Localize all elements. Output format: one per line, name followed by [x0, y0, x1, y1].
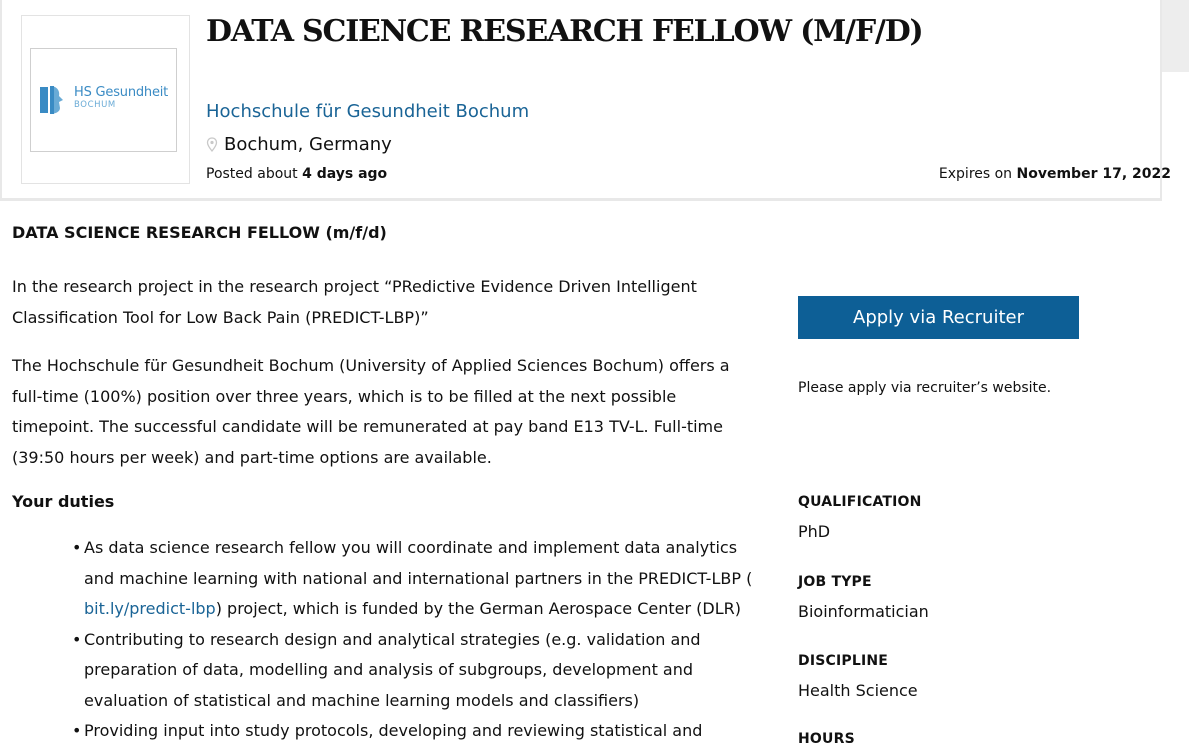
- expiry-date: Expires on November 17, 2022: [939, 166, 1171, 182]
- job-posting-page: HS Gesundheit BOCHUM DATA SCIENCE RESEAR…: [0, 0, 1189, 743]
- duties-list: As data science research fellow you will…: [12, 533, 757, 743]
- description-intro: In the research project in the research …: [12, 277, 697, 327]
- project-link[interactable]: bit.ly/predict-lbp: [84, 599, 216, 618]
- duty-1-text-end: ) project, which is funded by the German…: [215, 599, 741, 618]
- map-pin-icon: [206, 136, 218, 152]
- scrollbar-thumb[interactable]: [1162, 0, 1189, 72]
- qualification-label: QUALIFICATION: [798, 494, 922, 510]
- list-item: Providing input into study protocols, de…: [72, 716, 757, 743]
- expires-prefix: Expires on: [938, 166, 1013, 182]
- job-location: Bochum, Germany: [206, 134, 392, 155]
- job-type-value: Bioinformatician: [798, 602, 929, 621]
- posted-date: Posted about 4 days ago: [206, 166, 387, 182]
- discipline-section: DISCIPLINE Health Science: [798, 652, 1128, 702]
- posted-prefix: Posted about: [206, 166, 298, 182]
- logo-text-city: BOCHUM: [74, 100, 116, 110]
- description-position: The Hochschule für Gesundheit Bochum (Un…: [12, 356, 730, 467]
- description-title: DATA SCIENCE RESEARCH FELLOW (m/f/d): [12, 223, 387, 242]
- discipline-label: DISCIPLINE: [798, 653, 889, 669]
- qualification-value: PhD: [798, 522, 831, 541]
- apply-via-recruiter-button[interactable]: Apply via Recruiter: [798, 296, 1079, 339]
- job-title: DATA SCIENCE RESEARCH FELLOW (M/F/D): [206, 14, 924, 49]
- apply-note: Please apply via recruiter’s website.: [798, 380, 1052, 396]
- job-type-section: JOB TYPE Bioinformatician: [798, 573, 1128, 623]
- job-type-label: JOB TYPE: [798, 574, 872, 590]
- hours-section: HOURS: [798, 730, 1128, 743]
- job-description: DATA SCIENCE RESEARCH FELLOW (m/f/d) In …: [12, 222, 757, 743]
- hours-label: HOURS: [798, 731, 855, 743]
- list-item: Contributing to research design and anal…: [72, 625, 757, 717]
- list-item: As data science research fellow you will…: [72, 533, 757, 625]
- posted-value: 4 days ago: [302, 166, 388, 182]
- expires-value: November 17, 2022: [1016, 166, 1171, 182]
- location-text: Bochum, Germany: [224, 134, 392, 155]
- duty-1-text-start: As data science research fellow you will…: [84, 538, 753, 588]
- discipline-value: Health Science: [798, 681, 918, 700]
- employer-logo[interactable]: HS Gesundheit BOCHUM: [30, 48, 177, 152]
- qualification-section: QUALIFICATION PhD: [798, 493, 1128, 543]
- duties-heading: Your duties: [12, 492, 115, 511]
- hs-gesundheit-logo-icon: [40, 86, 63, 114]
- logo-text-name: HS Gesundheit: [74, 85, 169, 100]
- employer-link[interactable]: Hochschule für Gesundheit Bochum: [206, 101, 529, 122]
